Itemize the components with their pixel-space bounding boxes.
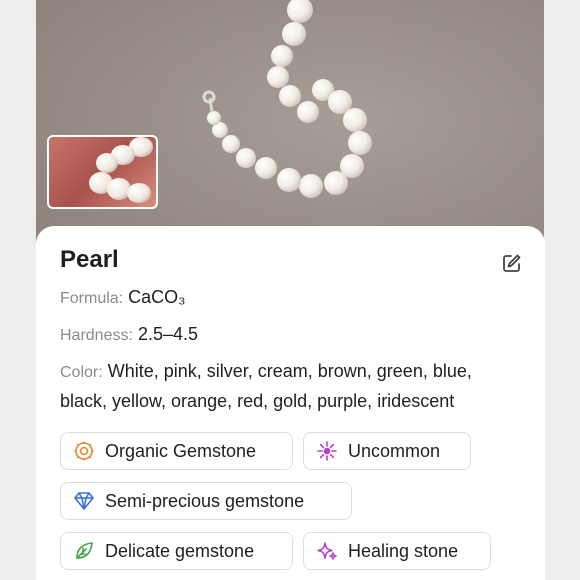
color-value: White, pink, silver, cream, brown, green… xyxy=(60,361,472,411)
formula-row: Formula: CaCO₃ xyxy=(60,283,523,313)
tag-label: Semi-precious gemstone xyxy=(105,490,305,511)
hardness-value: 2.5–4.5 xyxy=(137,324,198,344)
mineral-name: Pearl xyxy=(60,246,119,273)
sparkle-burst-icon xyxy=(317,441,337,461)
edit-icon[interactable] xyxy=(501,252,523,274)
tag-label: Delicate gemstone xyxy=(105,540,255,561)
color-row: Color: White, pink, silver, cream, brown… xyxy=(60,357,523,416)
tag-delicate-gemstone[interactable]: Delicate gemstone xyxy=(60,532,293,570)
formula-value: CaCO₃ xyxy=(128,287,186,307)
tag-uncommon[interactable]: Uncommon xyxy=(303,432,471,470)
sparkles-icon xyxy=(317,542,337,560)
tag-healing-stone[interactable]: Healing stone xyxy=(303,532,491,570)
organic-icon xyxy=(74,441,94,461)
tag-label: Organic Gemstone xyxy=(105,440,257,461)
hardness-row: Hardness: 2.5–4.5 xyxy=(60,320,523,350)
diamond-icon xyxy=(74,492,94,510)
color-label: Color: xyxy=(60,364,103,381)
hardness-label: Hardness: xyxy=(60,327,133,344)
leaf-icon xyxy=(76,542,93,559)
tag-label: Uncommon xyxy=(348,440,441,461)
photo-thumbnail[interactable] xyxy=(47,135,158,209)
formula-label: Formula: xyxy=(60,290,124,307)
tag-label: Healing stone xyxy=(348,540,459,561)
mineral-info-card: Pearl Formula: CaCO₃ Hardness: 2.5–4.5 C… xyxy=(36,226,545,580)
thumbnail-image xyxy=(89,137,153,203)
tag-organic-gemstone[interactable]: Organic Gemstone xyxy=(60,432,293,470)
tag-semi-precious-gemstone[interactable]: Semi-precious gemstone xyxy=(60,482,352,520)
